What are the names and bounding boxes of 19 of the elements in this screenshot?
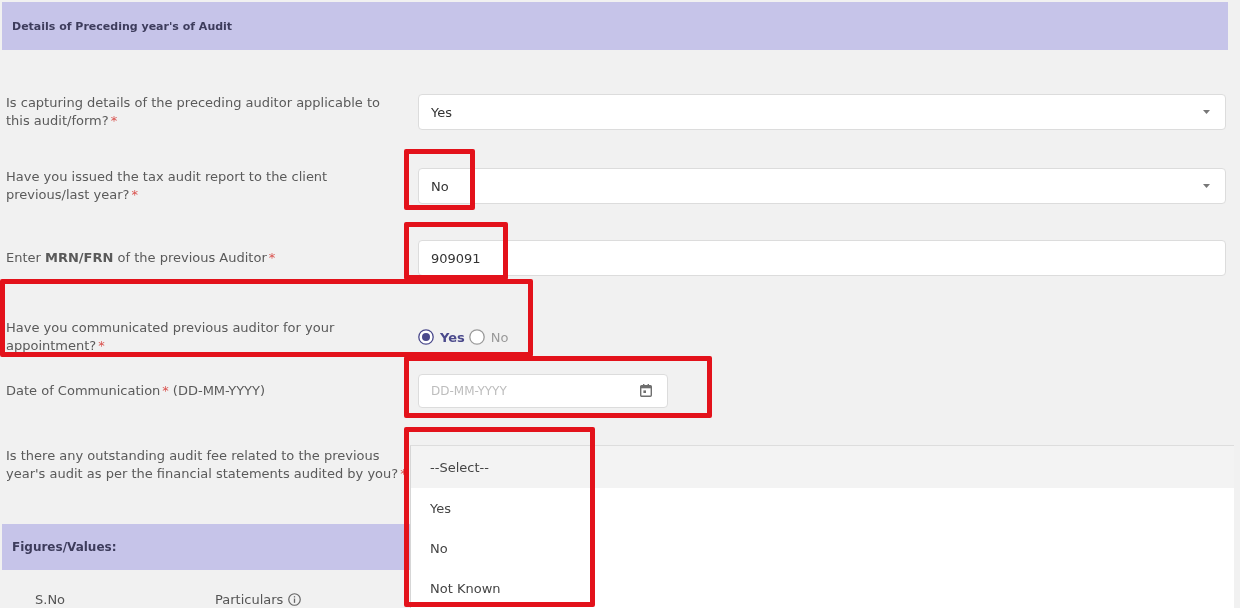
- field-label: Is capturing details of the preceding auditor applicable to this audit/form?*: [6, 94, 381, 130]
- dropdown-field[interactable]: No: [418, 168, 1226, 204]
- field-label: Date of Communication* (DD-MM-YYYY): [6, 382, 267, 400]
- column-header: Particulars: [215, 591, 284, 607]
- radio-option[interactable]: Yes: [418, 329, 465, 345]
- field-label: Have you communicated previous auditor for your appointment?*: [6, 319, 336, 355]
- field-label: Enter MRN/FRN of the previous Auditor*: [6, 249, 277, 267]
- info-icon[interactable]: [288, 592, 302, 606]
- section-header: Details of Preceding year's of Audit: [2, 2, 1228, 50]
- calendar-icon[interactable]: [640, 384, 652, 397]
- column-header: S.No: [35, 591, 67, 607]
- field-label: Have you issued the tax audit report to the client previous/last year?*: [6, 168, 329, 204]
- caret-icon: [1203, 110, 1210, 114]
- dropdown-option[interactable]: --Select--: [411, 446, 1234, 488]
- text-field[interactable]: 909091: [418, 240, 1226, 276]
- section-header: Figures/Values:: [2, 524, 410, 570]
- caret-icon: [1203, 184, 1210, 188]
- dropdown-field[interactable]: Yes: [418, 94, 1226, 130]
- date-field[interactable]: DD-MM-YYYY: [418, 374, 668, 408]
